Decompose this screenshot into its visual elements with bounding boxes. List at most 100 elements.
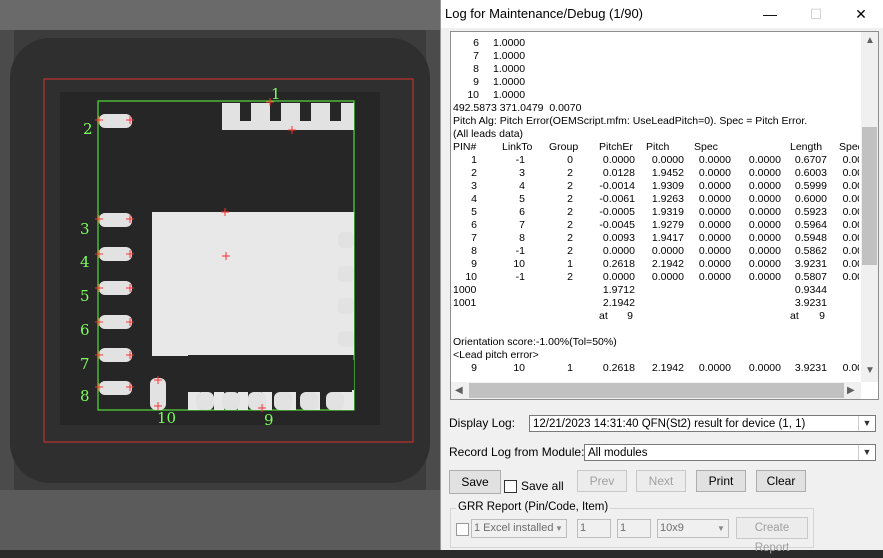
horizontal-scrollbar[interactable]: ◀ ▶	[451, 382, 861, 399]
grr-field-2[interactable]: 1	[617, 519, 651, 538]
pin-label-10: 10	[157, 409, 177, 427]
display-log-select[interactable]: 12/21/2023 14:31:40 QFN(St2) result for …	[529, 415, 876, 432]
at-row: at 9 at 9	[453, 310, 859, 323]
excel-select[interactable]: 1 Excel installed ▼	[471, 519, 567, 538]
save-all-checkbox[interactable]	[504, 480, 517, 493]
chevron-down-icon[interactable]: ▼	[552, 520, 566, 537]
horizontal-scroll-thumb[interactable]	[469, 383, 844, 398]
log-cell: 0.00	[842, 193, 859, 205]
log-cell: 7	[519, 219, 525, 231]
log-cell: 1	[471, 154, 477, 166]
log-cell: 0	[567, 154, 573, 166]
prev-button[interactable]: Prev	[577, 470, 627, 492]
log-textbox[interactable]: 6 1.0000 7 1.0000 8 1.0000 9 1.0000 10 1.0000 492.…	[450, 31, 879, 400]
minimize-button[interactable]: —	[747, 0, 793, 28]
clear-button[interactable]: Clear	[756, 470, 806, 492]
log-header: Length	[790, 141, 823, 153]
log-cell: 0.0000	[698, 154, 731, 166]
log-index: 9	[473, 76, 479, 88]
log-cell: 0.00	[842, 206, 859, 218]
record-log-select[interactable]: All modules ▼	[584, 444, 876, 461]
log-cell: -1	[515, 245, 525, 257]
scroll-left-icon[interactable]: ◀	[455, 385, 463, 396]
save-button[interactable]: Save	[449, 470, 501, 494]
table-row: 562-0.00051.93190.00000.00000.59230.00	[453, 206, 859, 219]
log-line: 8 1.0000	[453, 63, 859, 76]
log-cell: 2.1942	[651, 362, 684, 374]
summary-pitch: 1.9712	[602, 284, 635, 296]
log-cell: 0.0000	[748, 154, 781, 166]
log-header: Pitch	[646, 141, 670, 153]
log-cell: 0.00	[842, 232, 859, 244]
log-cell: 0.00	[842, 154, 859, 166]
scroll-right-icon[interactable]: ▶	[847, 385, 855, 396]
chevron-down-icon[interactable]: ▼	[714, 520, 728, 537]
log-header: Spec	[694, 141, 718, 153]
grid-size-select[interactable]: 10x9 ▼	[657, 519, 729, 538]
table-row: 91010.26182.19420.00000.00003.92310.00	[453, 258, 859, 271]
log-cell: 0.0000	[748, 180, 781, 192]
table-row: 452-0.00611.92630.00000.00000.60000.00	[453, 193, 859, 206]
pin-label-9: 9	[264, 411, 274, 429]
log-cell: 0.0000	[698, 219, 731, 231]
inspection-image	[0, 0, 440, 550]
print-button[interactable]: Print	[696, 470, 746, 492]
grr-field-1-value: 1	[580, 522, 587, 534]
pin-label-7: 7	[80, 355, 90, 373]
log-cell: 0.0000	[748, 219, 781, 231]
grid-size-value: 10x9	[660, 522, 684, 534]
next-button[interactable]: Next	[636, 470, 686, 492]
vertical-scroll-thumb[interactable]	[862, 127, 877, 265]
log-value: 1.0000	[493, 37, 526, 49]
log-header: Group	[549, 141, 579, 153]
log-value: 1.0000	[493, 76, 526, 88]
log-cell: 0.0000	[698, 206, 731, 218]
chevron-down-icon[interactable]: ▼	[858, 416, 875, 431]
log-cell: 0.0000	[602, 245, 635, 257]
log-cell: 6	[519, 206, 525, 218]
log-text: (All leads data)	[453, 128, 524, 140]
log-cell: 0.2618	[602, 362, 635, 374]
log-cell: 1	[567, 362, 573, 374]
log-cell: 1.9279	[651, 219, 684, 231]
log-value: 1.0000	[493, 89, 526, 101]
log-content: 6 1.0000 7 1.0000 8 1.0000 9 1.0000 10 1.0000 492.…	[453, 37, 859, 377]
log-cell: 0.0000	[698, 271, 731, 283]
record-log-label: Record Log from Module:	[449, 445, 585, 459]
at-value: 9	[819, 310, 825, 322]
scroll-up-icon[interactable]: ▲	[865, 35, 875, 46]
log-cell: 0.00	[842, 167, 859, 179]
pin-label-1: 1	[271, 85, 281, 103]
log-cell: 0.0128	[602, 167, 635, 179]
vertical-scrollbar[interactable]: ▲ ▼	[861, 32, 878, 382]
log-cell: 0.0000	[698, 180, 731, 192]
log-cell: 6	[471, 219, 477, 231]
log-cell: 10	[465, 271, 477, 283]
log-line: 6 1.0000	[453, 37, 859, 50]
scroll-down-icon[interactable]: ▼	[865, 365, 875, 376]
log-cell: -1	[515, 271, 525, 283]
log-cell: 2	[471, 167, 477, 179]
maximize-button[interactable]: ☐	[793, 0, 839, 28]
chevron-down-icon[interactable]: ▼	[858, 445, 875, 460]
log-cell: 0.0000	[748, 271, 781, 283]
log-cell: 0.0000	[748, 193, 781, 205]
log-cell: 0.00	[842, 271, 859, 283]
grr-enable-checkbox[interactable]	[456, 523, 469, 536]
pin-label-4: 4	[80, 253, 90, 271]
grr-field-1[interactable]: 1	[577, 519, 611, 538]
table-row: 7820.00931.94170.00000.00000.59480.00	[453, 232, 859, 245]
log-cell: 0.0000	[602, 271, 635, 283]
summary-length: 0.9344	[794, 284, 827, 296]
log-header-row: PIN# LinkTo Group PitchEr Pitch Spec Length Spe…	[453, 141, 859, 154]
create-report-button[interactable]: Create Report	[736, 517, 808, 554]
log-cell: -0.0014	[599, 180, 635, 192]
log-cell: 2	[567, 180, 573, 192]
log-cell: 0.00	[842, 219, 859, 231]
log-cell: 2	[567, 232, 573, 244]
close-button[interactable]: ✕	[838, 0, 883, 28]
log-cell: 1.9263	[651, 193, 684, 205]
log-value: 1.0000	[493, 50, 526, 62]
log-line: 7 1.0000	[453, 50, 859, 63]
title-bar[interactable]: Log for Maintenance/Debug (1/90) — ☐ ✕	[441, 0, 883, 28]
